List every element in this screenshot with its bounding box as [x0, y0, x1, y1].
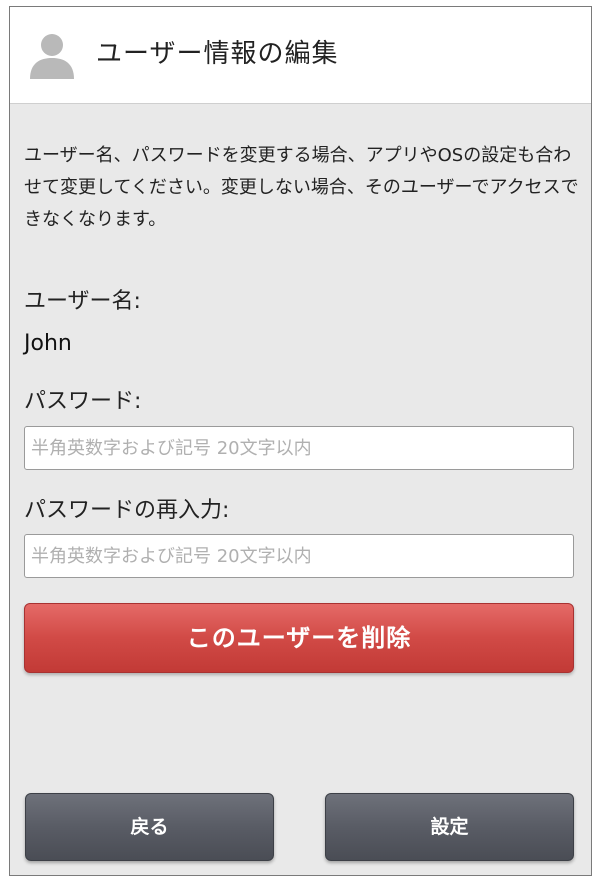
- delete-user-button[interactable]: このユーザーを削除: [24, 603, 574, 673]
- header-bar: ユーザー情報の編集: [10, 7, 591, 104]
- back-button[interactable]: 戻る: [25, 793, 274, 861]
- password-confirm-input[interactable]: [24, 534, 574, 578]
- username-label: ユーザー名:: [24, 289, 141, 314]
- user-icon: [30, 34, 74, 79]
- password-label: パスワード:: [24, 389, 142, 414]
- page-title: ユーザー情報の編集: [96, 39, 339, 69]
- confirm-button[interactable]: 設定: [325, 793, 574, 861]
- password-confirm-label: パスワードの再入力:: [24, 498, 230, 523]
- username-value: John: [24, 331, 72, 356]
- app-screen: ユーザー情報の編集 ユーザー名、パスワードを変更する場合、アプリやOSの設定も合…: [9, 6, 592, 876]
- change-notice: ユーザー名、パスワードを変更する場合、アプリやOSの設定も合わせて変更してくださ…: [24, 145, 579, 230]
- password-input[interactable]: [24, 426, 574, 470]
